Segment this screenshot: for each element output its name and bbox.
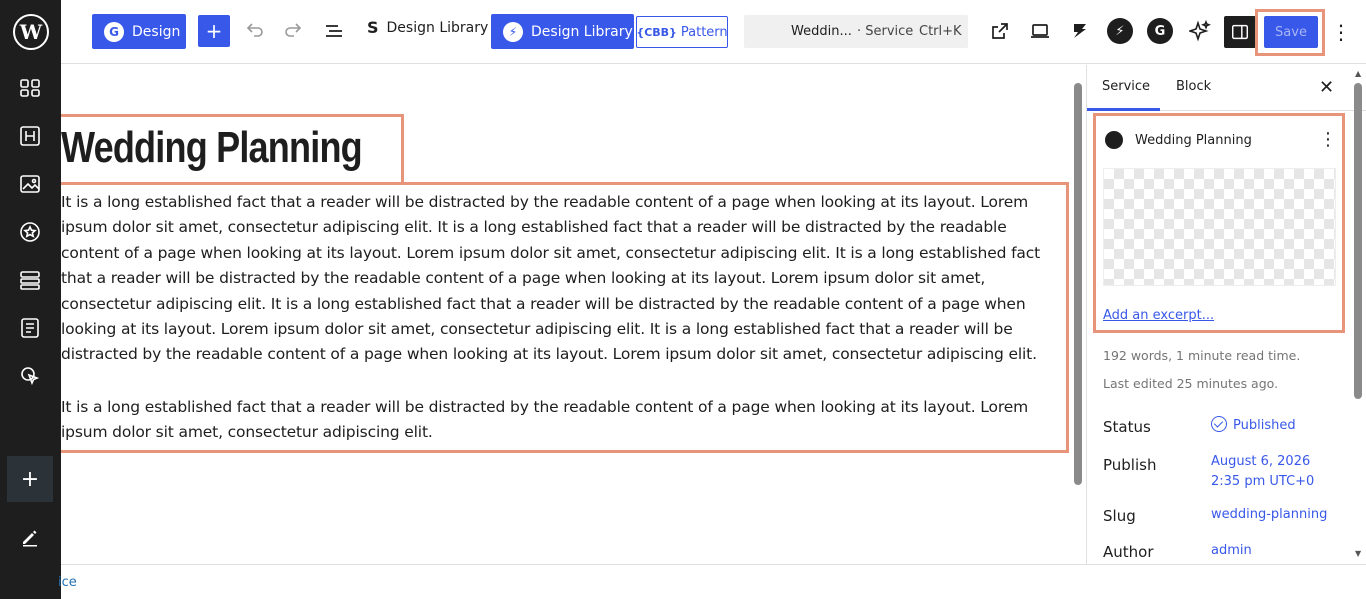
tab-block[interactable]: Block — [1176, 79, 1211, 94]
pattern-button[interactable]: {CBB} Pattern — [636, 16, 728, 48]
greenshift-icon: G — [104, 21, 124, 42]
published-check-icon — [1211, 416, 1227, 432]
command-shortcut: Ctrl+K — [919, 24, 962, 39]
post-card-title: Wedding Planning — [1135, 133, 1252, 148]
design-button[interactable]: G Design — [92, 14, 186, 49]
document-icon[interactable] — [19, 317, 41, 339]
undo-icon[interactable] — [243, 20, 265, 42]
publish-label: Publish — [1103, 456, 1157, 474]
ai-sparkle-icon[interactable] — [1187, 19, 1211, 42]
cbb-icon: {CBB} — [636, 25, 677, 39]
panel-scrollbar[interactable]: ▲ ▼ — [1352, 65, 1366, 564]
stackable-icon: S — [367, 18, 379, 37]
redo-icon[interactable] — [283, 20, 305, 42]
block-breadcrumb-bar: ice — [58, 564, 1366, 599]
editor-canvas: Wedding Planning It is a long establishe… — [61, 65, 1071, 564]
options-kebab-icon[interactable]: ⋮ — [1331, 20, 1351, 44]
badge-star-icon[interactable] — [19, 221, 41, 243]
settings-sidebar-toggle[interactable] — [1224, 16, 1256, 48]
post-card-kebab-icon[interactable]: ⋮ — [1319, 129, 1337, 150]
block-inserter-button[interactable]: + — [198, 15, 230, 47]
active-tab-indicator — [1087, 108, 1160, 111]
image-icon[interactable] — [19, 173, 41, 195]
post-type-icon — [1105, 131, 1123, 149]
status-text: Published — [1233, 418, 1296, 433]
add-block-icon[interactable]: + — [7, 456, 53, 502]
status-value[interactable]: Published — [1211, 416, 1296, 436]
lightning-circle-icon[interactable]: ⚡ — [1107, 18, 1133, 44]
canvas-scrollbar-thumb[interactable] — [1074, 83, 1082, 485]
paragraph-block[interactable]: It is a long established fact that a rea… — [61, 395, 1069, 446]
lightning-icon: ⚡ — [503, 21, 523, 42]
stackable-settings-icon[interactable] — [1069, 20, 1091, 42]
layout-rows-icon[interactable] — [19, 269, 41, 291]
design-library-button[interactable]: S Design Library — [367, 18, 488, 37]
author-value[interactable]: admin — [1211, 541, 1252, 561]
paragraph-block[interactable]: It is a long established fact that a rea… — [61, 190, 1069, 368]
command-post-type: · Service — [857, 24, 914, 39]
patterns-icon[interactable] — [19, 77, 41, 99]
admin-sidebar: W + — [0, 0, 61, 599]
slug-label: Slug — [1103, 507, 1136, 525]
sidebar-icon — [1232, 24, 1248, 40]
pencil-icon[interactable] — [19, 526, 41, 548]
canvas-scrollbar[interactable] — [1073, 65, 1085, 564]
panel-scrollbar-thumb[interactable] — [1354, 83, 1362, 399]
editor-toolbar: G Design + S Design Library ⚡ Design Lib… — [61, 0, 1366, 64]
close-icon[interactable]: ✕ — [1319, 77, 1334, 98]
cbb-label: CBB — [644, 25, 670, 39]
post-heading[interactable]: Wedding Planning — [61, 123, 363, 173]
design-library-label: Design Library — [386, 19, 489, 36]
pattern-label: Pattern — [680, 24, 728, 40]
command-title: Weddin... — [791, 24, 852, 39]
wordpress-logo-icon[interactable]: W — [13, 14, 49, 50]
design-button-label: Design — [132, 23, 181, 40]
publish-date[interactable]: August 6, 2026 — [1211, 452, 1310, 472]
last-edited: Last edited 25 minutes ago. — [1103, 376, 1279, 391]
preview-device-icon[interactable] — [1029, 20, 1051, 42]
slug-value[interactable]: wedding-planning — [1211, 505, 1327, 525]
settings-panel: Service Block ✕ Wedding Planning ⋮ Add a… — [1086, 65, 1366, 564]
author-label: Author — [1103, 543, 1154, 561]
scroll-down-arrow-icon[interactable]: ▼ — [1355, 549, 1361, 558]
heading-block-icon[interactable] — [19, 125, 41, 147]
save-button[interactable]: Save — [1264, 16, 1318, 48]
tab-service[interactable]: Service — [1102, 79, 1150, 94]
cursor-click-icon[interactable] — [19, 365, 41, 387]
featured-image-placeholder[interactable] — [1103, 168, 1336, 286]
word-count: 192 words, 1 minute read time. — [1103, 348, 1301, 363]
status-label: Status — [1103, 418, 1151, 436]
command-palette-bar[interactable]: Weddin... · Service Ctrl+K — [744, 15, 968, 48]
panel-tabs: Service Block ✕ — [1087, 65, 1366, 111]
breadcrumb[interactable]: ice — [58, 575, 77, 590]
greenshift-circle-icon[interactable]: G — [1147, 18, 1173, 44]
external-link-icon[interactable] — [989, 20, 1011, 42]
document-overview-icon[interactable] — [323, 20, 345, 42]
design-library-active-label: Design Library — [531, 23, 633, 40]
design-library-active-button[interactable]: ⚡ Design Library — [491, 14, 634, 49]
scroll-up-arrow-icon[interactable]: ▲ — [1355, 69, 1361, 78]
publish-time[interactable]: 2:35 pm UTC+0 — [1211, 472, 1314, 492]
add-excerpt-link[interactable]: Add an excerpt... — [1103, 308, 1214, 323]
